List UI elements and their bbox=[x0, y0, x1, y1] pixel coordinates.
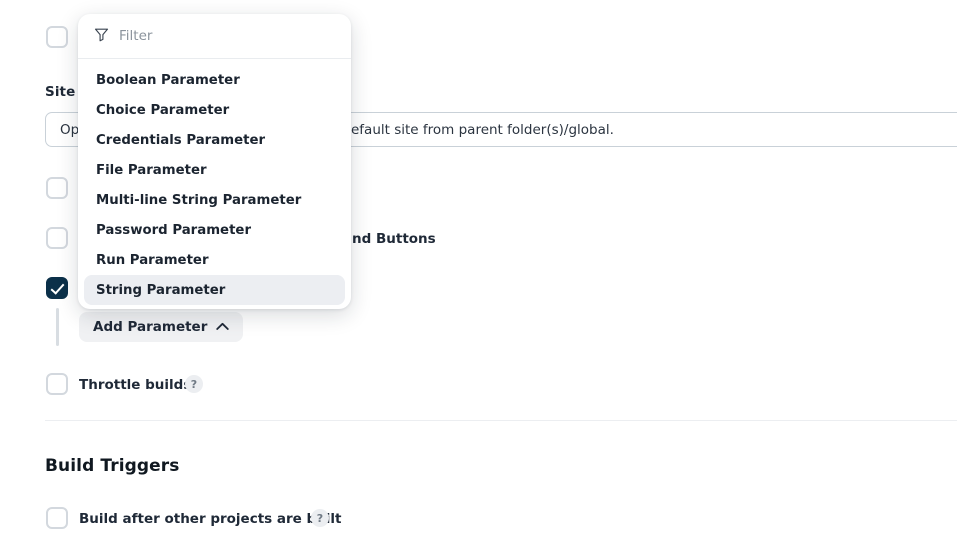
dropdown-item-label: Credentials Parameter bbox=[96, 132, 266, 148]
checkbox-option-2[interactable] bbox=[46, 227, 68, 249]
checkbox-top-option[interactable] bbox=[46, 26, 68, 48]
dropdown-item-file-parameter[interactable]: File Parameter bbox=[84, 155, 345, 185]
add-parameter-dropdown: Boolean Parameter Choice Parameter Crede… bbox=[78, 14, 351, 309]
dropdown-item-string-parameter[interactable]: String Parameter bbox=[84, 275, 345, 305]
dropdown-item-credentials-parameter[interactable]: Credentials Parameter bbox=[84, 125, 345, 155]
checkbox-parameterized[interactable] bbox=[46, 277, 68, 299]
dropdown-item-label: String Parameter bbox=[96, 282, 226, 298]
dropdown-item-label: Boolean Parameter bbox=[96, 72, 240, 88]
dropdown-item-label: Multi-line String Parameter bbox=[96, 192, 302, 208]
checkbox-option-1[interactable] bbox=[46, 177, 68, 199]
chevron-up-icon bbox=[216, 319, 230, 335]
dropdown-item-choice-parameter[interactable]: Choice Parameter bbox=[84, 95, 345, 125]
nested-group-rule bbox=[56, 308, 59, 346]
build-triggers-heading: Build Triggers bbox=[45, 456, 180, 476]
throttle-builds-help-icon[interactable]: ? bbox=[185, 375, 203, 393]
dropdown-item-label: File Parameter bbox=[96, 162, 207, 178]
add-parameter-button[interactable]: Add Parameter bbox=[79, 312, 244, 342]
dropdown-filter-input[interactable] bbox=[119, 28, 335, 44]
checkbox-build-after-other-projects[interactable] bbox=[46, 507, 68, 529]
filter-icon bbox=[94, 27, 109, 46]
dropdown-item-label: Password Parameter bbox=[96, 222, 252, 238]
add-parameter-label: Add Parameter bbox=[93, 319, 208, 335]
dropdown-item-label: Choice Parameter bbox=[96, 102, 230, 118]
build-after-other-projects-label: Build after other projects are built bbox=[79, 511, 342, 527]
throttle-builds-label: Throttle builds bbox=[79, 377, 192, 393]
build-after-other-projects-help-icon[interactable]: ? bbox=[311, 509, 329, 527]
dropdown-item-multi-line-string-parameter[interactable]: Multi-line String Parameter bbox=[84, 185, 345, 215]
dropdown-item-list: Boolean Parameter Choice Parameter Crede… bbox=[78, 59, 351, 305]
checkbox-throttle-builds[interactable] bbox=[46, 373, 68, 395]
dropdown-item-label: Run Parameter bbox=[96, 252, 209, 268]
dropdown-item-boolean-parameter[interactable]: Boolean Parameter bbox=[84, 65, 345, 95]
checkbox-option-2-label: nd Buttons bbox=[352, 231, 436, 247]
section-divider bbox=[45, 420, 957, 421]
site-name-input-description: efault site from parent folder(s)/global… bbox=[351, 122, 614, 138]
config-page: Site N Opt efault site from parent folde… bbox=[0, 0, 957, 541]
dropdown-filter-row bbox=[78, 14, 351, 59]
dropdown-item-run-parameter[interactable]: Run Parameter bbox=[84, 245, 345, 275]
dropdown-item-password-parameter[interactable]: Password Parameter bbox=[84, 215, 345, 245]
